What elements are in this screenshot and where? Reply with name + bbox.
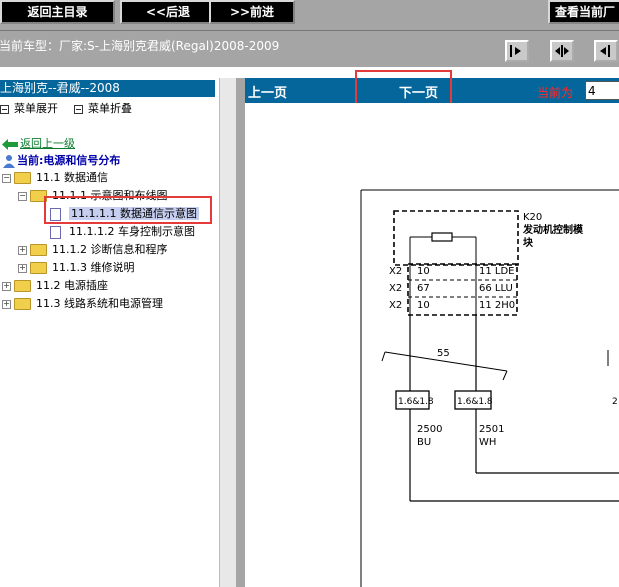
content-border (236, 78, 245, 587)
arrows-both-icon (555, 45, 569, 57)
tree-node-label: 11.1.1.2 车身控制示意图 (69, 225, 195, 238)
folder-icon (30, 244, 47, 256)
top-toolbar: 返回主目录 <<后退 >>前进 查看当前厂 (0, 0, 619, 30)
fuse-label: 2 (612, 397, 618, 407)
tree-node-11-2[interactable]: +11.2 电源插座 (2, 278, 108, 294)
prev-page-link[interactable]: 上一页 (248, 82, 287, 101)
tree-node-label: 11.1.3 维修说明 (52, 261, 135, 274)
green-arrow-left-icon (2, 138, 18, 150)
vehicle-bar: 当前车型：厂家:S-上海别克君威(Regal)2008-2009 (0, 30, 619, 67)
connector-label: X2 (389, 266, 402, 277)
folder-icon (30, 262, 47, 274)
page-number-input[interactable] (585, 81, 619, 100)
fuse-label: 1.6&1.8 (398, 397, 434, 407)
connector-label: X2 (389, 300, 402, 311)
tree-node-11-1[interactable]: − 11.1 数据通信 (2, 170, 108, 186)
pin-label: 11 LDE (479, 266, 515, 277)
pin-label: 11 2H0 (479, 300, 515, 311)
resistor-icon (431, 232, 453, 242)
layout-left-button[interactable] (594, 40, 618, 62)
wire-color-right: WH (479, 437, 496, 448)
connector-label: X2 (389, 283, 402, 294)
arrow-left-bar-icon (600, 45, 610, 57)
current-page-label: 当前为 (537, 86, 574, 100)
tree-node-label: 11.3 线路系统和电源管理 (36, 297, 163, 310)
tree-node-label: 11.1.2 诊断信息和程序 (52, 243, 168, 256)
current-location-label: 当前:电源和信号分布 (17, 154, 121, 167)
highlight-box-tree (44, 196, 212, 224)
collapse-node-icon[interactable]: − (18, 191, 27, 201)
collapse-menu-label: 菜单折叠 (88, 102, 132, 115)
pin-label: 66 LLU (479, 283, 513, 294)
module-id: K20 (523, 212, 542, 223)
wiring-diagram: K20 发动机控制模 块 X2 10 11 LDE X2 67 66 LLU X… (245, 103, 619, 587)
expand-menu-button[interactable]: 菜单展开 (0, 100, 58, 116)
folder-icon (14, 298, 31, 310)
tree-node-label: 11.1 数据通信 (36, 171, 108, 184)
tree-node-11-1-1-2[interactable]: 11.1.1.2 车身控制示意图 (50, 224, 195, 240)
current-location: 当前:电源和信号分布 (2, 152, 120, 168)
tree-node-11-3[interactable]: +11.3 线路系统和电源管理 (2, 296, 163, 312)
pin-label: 67 (417, 283, 430, 294)
folder-open-icon (14, 172, 31, 184)
return-main-menu-button[interactable]: 返回主目录 (0, 0, 115, 24)
module-name-1: 发动机控制模 (522, 223, 584, 236)
fuse-label: 1.6&1.8 (457, 397, 493, 407)
panel-splitter[interactable] (219, 78, 236, 587)
current-vehicle-label: 当前车型：厂家:S-上海别克君威(Regal)2008-2009 (0, 39, 280, 53)
user-icon (3, 155, 15, 168)
tree-node-11-1-2[interactable]: +11.1.2 诊断信息和程序 (18, 242, 167, 258)
expand-node-icon[interactable]: + (2, 281, 11, 291)
forward-button[interactable]: >>前进 (209, 0, 295, 24)
wire-number-right: 2501 (479, 424, 504, 435)
collapse-node-icon[interactable]: − (2, 173, 11, 183)
layout-right-button[interactable] (505, 40, 529, 62)
expand-node-icon[interactable]: + (18, 245, 27, 255)
tree-node-label: 11.2 电源插座 (36, 279, 108, 292)
expand-icon (0, 104, 9, 114)
document-icon (50, 225, 61, 239)
expand-node-icon[interactable]: + (2, 299, 11, 309)
pin-label: 10 (417, 300, 430, 311)
wire-color-left: BU (417, 437, 431, 448)
expand-menu-label: 菜单展开 (14, 102, 58, 115)
collapse-icon (74, 104, 83, 114)
wire-number-left: 2500 (417, 424, 442, 435)
tree-panel: 上海别克--君威--2008 菜单展开 菜单折叠 返回上一级 当前:电源和信号分… (0, 78, 219, 587)
back-up-label: 返回上一级 (20, 137, 75, 150)
folder-icon (14, 280, 31, 292)
view-current-button[interactable]: 查看当前厂 (548, 0, 619, 24)
arrow-right-bar-icon (510, 45, 521, 57)
splice-label: 55 (437, 348, 450, 359)
module-name-2: 块 (523, 236, 534, 249)
tree-header: 上海别克--君威--2008 (0, 80, 215, 97)
expand-node-icon[interactable]: + (18, 263, 27, 273)
tree-node-11-1-3[interactable]: +11.1.3 维修说明 (18, 260, 134, 276)
back-up-link[interactable]: 返回上一级 (2, 135, 75, 151)
pin-label: 10 (417, 266, 430, 277)
collapse-menu-button[interactable]: 菜单折叠 (74, 100, 132, 116)
back-button[interactable]: <<后退 (120, 0, 216, 24)
layout-both-button[interactable] (550, 40, 574, 62)
